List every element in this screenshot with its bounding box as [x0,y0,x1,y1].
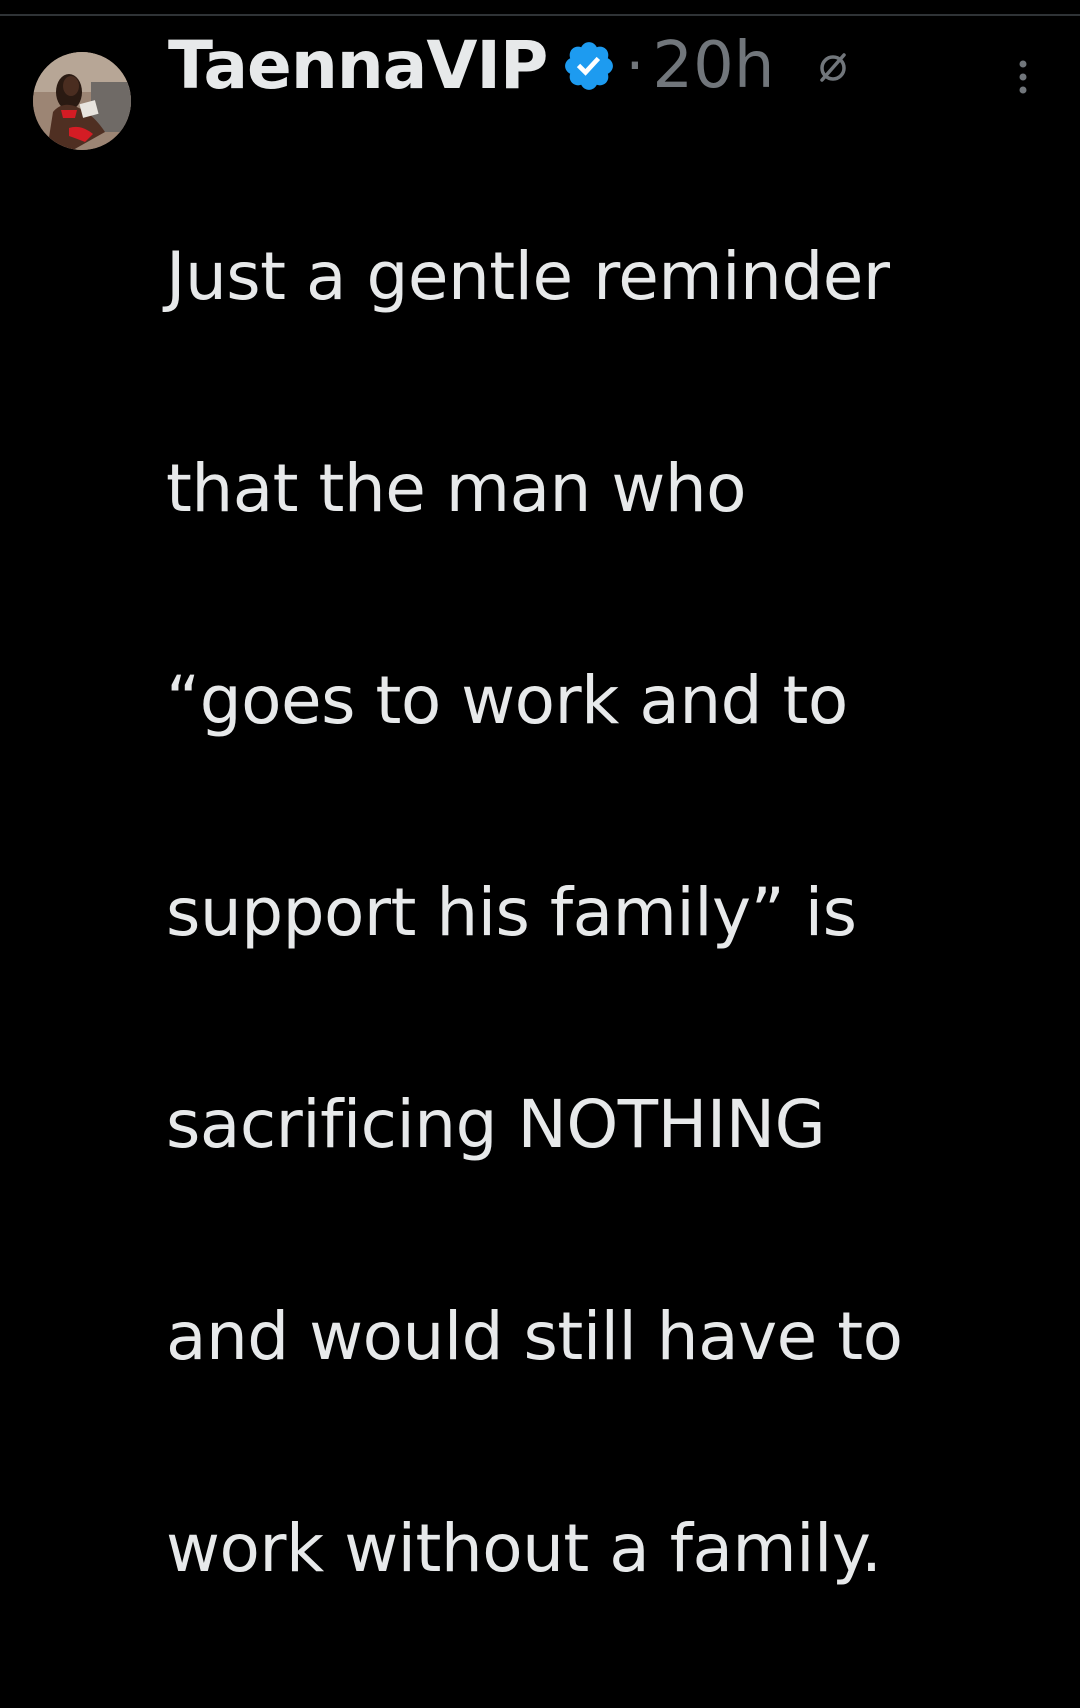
tweet-text-line: “goes to work and to [166,662,848,739]
more-vertical-icon[interactable] [1013,58,1033,98]
tweet-text-line: sacrificing NOTHING [166,1086,826,1163]
tweet-text-line: and would still have to [166,1298,903,1375]
tweet-text: Just a gentle reminder that the man who … [166,118,1066,1708]
tweet-text-line: Just a gentle reminder [166,238,890,315]
tweet-text-line: support his family” is [166,874,857,951]
display-name[interactable]: TaennaVIP [168,33,548,99]
tweet-text-line: that the man who [166,450,747,527]
user-avatar[interactable] [33,52,131,150]
tweet-header: TaennaVIP · 20h [168,26,852,106]
avatar-photo [33,52,131,150]
verified-badge-icon [561,38,617,94]
edited-icon [814,47,852,85]
timestamp[interactable]: 20h [652,34,774,98]
tweet-text-line: work without a family. [166,1510,882,1587]
separator-dot: · [625,31,645,101]
top-divider [0,14,1080,16]
